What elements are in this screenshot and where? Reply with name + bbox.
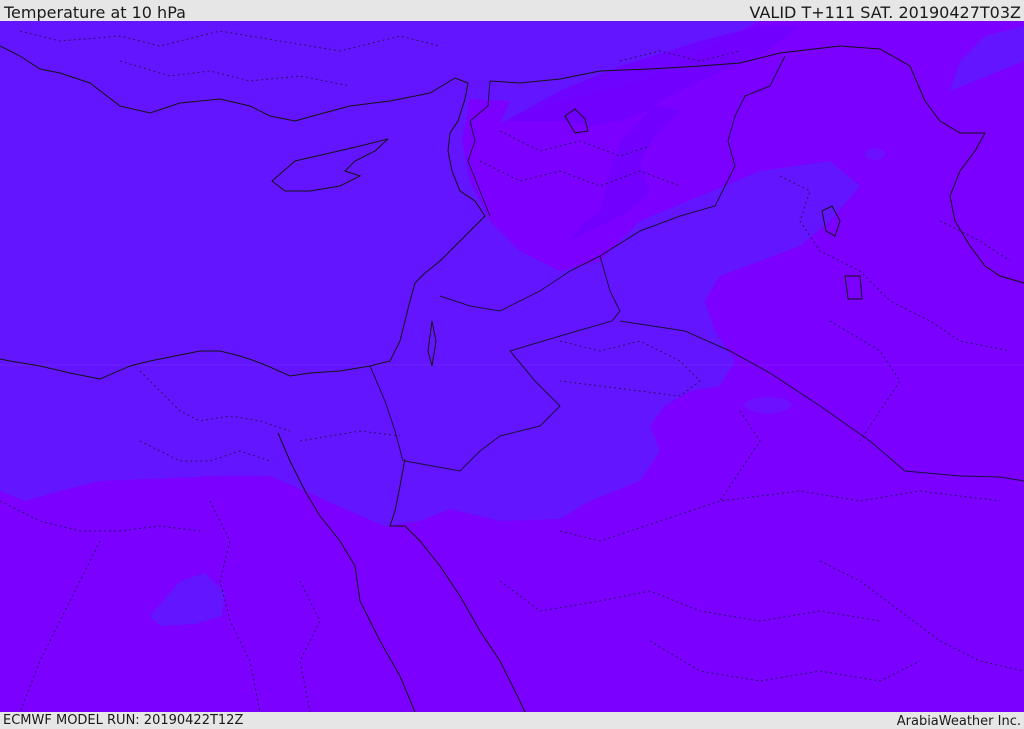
map-footer: ECMWF MODEL RUN: 20190422T12Z ArabiaWeat… <box>0 712 1024 729</box>
weather-map-page: Temperature at 10 hPa VALID T+111 SAT. 2… <box>0 0 1024 729</box>
map-title: Temperature at 10 hPa <box>4 3 186 22</box>
valid-time-label: VALID T+111 SAT. 20190427T03Z <box>749 3 1021 22</box>
map-canvas[interactable] <box>0 21 1024 712</box>
model-run-label: ECMWF MODEL RUN: 20190422T12Z <box>3 713 244 728</box>
warm-spot <box>744 397 792 413</box>
temperature-map[interactable] <box>0 21 1024 712</box>
map-header: Temperature at 10 hPa VALID T+111 SAT. 2… <box>0 0 1024 22</box>
warm-spot <box>865 148 885 160</box>
credit-label: ArabiaWeather Inc. <box>896 714 1021 729</box>
